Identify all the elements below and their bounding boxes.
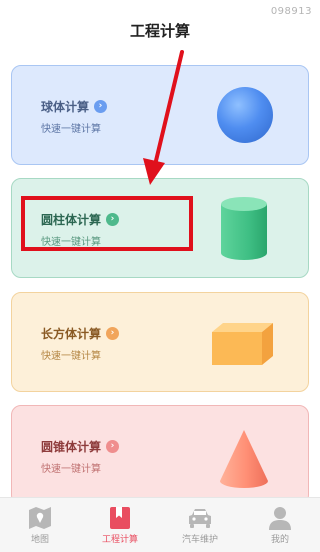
cuboid-card[interactable]: 长方体计算 › 快速一键计算 xyxy=(11,292,309,392)
cone-card[interactable]: 圆锥体计算 › 快速一键计算 xyxy=(11,405,309,505)
cuboid-icon xyxy=(212,323,273,365)
bookmark-icon xyxy=(110,507,130,529)
car-icon xyxy=(189,509,211,528)
tab-label: 地图 xyxy=(30,535,49,545)
card-title: 长方体计算 › xyxy=(41,325,120,342)
tab-profile[interactable]: 我的 xyxy=(240,498,320,552)
cylinder-icon xyxy=(221,197,267,260)
chevron-right-icon: › xyxy=(106,327,120,340)
card-title-label: 长方体计算 xyxy=(41,327,102,341)
tab-map[interactable]: 地图 xyxy=(0,498,80,552)
card-subtitle: 快速一键计算 xyxy=(41,351,101,362)
card-title: 圆锥体计算 › xyxy=(41,438,120,455)
chevron-right-icon: › xyxy=(106,440,120,453)
tab-label: 工程计算 xyxy=(101,535,138,545)
highlight-annotation xyxy=(21,196,193,251)
tab-label: 我的 xyxy=(270,535,289,545)
cone-icon xyxy=(220,430,268,488)
card-subtitle: 快速一键计算 xyxy=(41,464,101,475)
user-icon xyxy=(269,507,291,530)
arrow-annotation xyxy=(143,50,184,185)
tab-label: 汽车维护 xyxy=(181,535,218,545)
tab-car-maintenance[interactable]: 汽车维护 xyxy=(160,498,240,552)
map-icon xyxy=(29,507,51,529)
tab-engineering-calc[interactable]: 工程计算 xyxy=(80,498,160,552)
bottom-tab-bar: 地图 工程计算 汽车维护 我的 xyxy=(0,497,320,552)
card-title-label: 圆锥体计算 xyxy=(41,440,102,454)
